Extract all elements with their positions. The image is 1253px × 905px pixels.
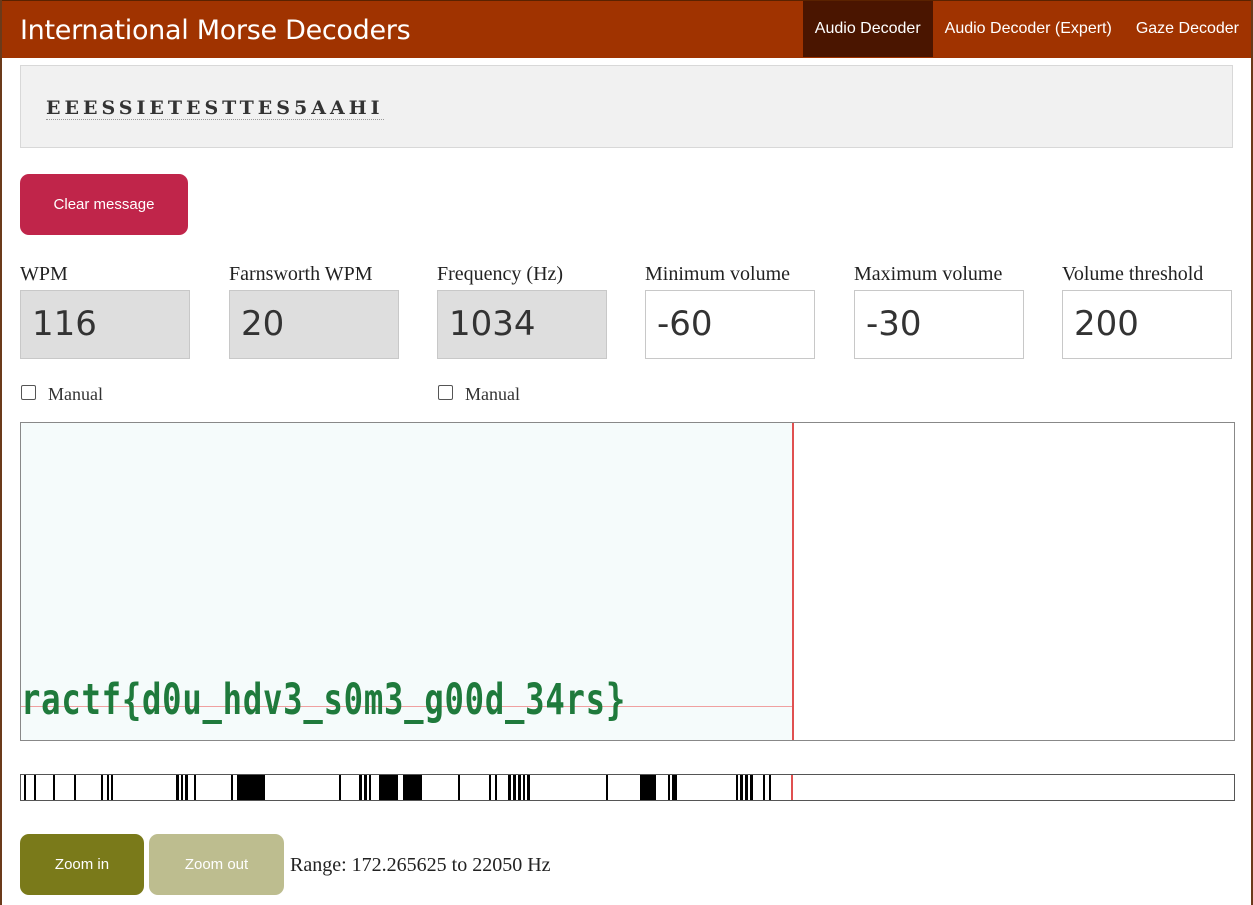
- clear-message-button[interactable]: Clear message: [20, 174, 188, 235]
- app-title[interactable]: International Morse Decoders: [20, 15, 411, 46]
- top-navbar: International Morse Decoders Audio Decod…: [2, 0, 1251, 58]
- spectrogram-canvas[interactable]: ractf{d0u_hdv3_s0m3_g00d_34rs}: [20, 422, 1235, 741]
- nav-gaze-decoder[interactable]: Gaze Decoder: [1124, 1, 1251, 57]
- decoded-message-text: EEESSIETESTTES5AAHI: [46, 97, 384, 120]
- frequency-range-text: Range: 172.265625 to 22050 Hz: [290, 854, 551, 876]
- frequency-manual-toggle[interactable]: Manual: [438, 384, 520, 405]
- volume-threshold-label: Volume threshold: [1062, 263, 1204, 285]
- frequency-label: Frequency (Hz): [437, 263, 564, 285]
- volume-threshold-field[interactable]: 200: [1062, 290, 1232, 359]
- wpm-label: WPM: [20, 263, 68, 285]
- nav-audio-decoder-expert[interactable]: Audio Decoder (Expert): [933, 1, 1124, 57]
- maximum-volume-field[interactable]: -30: [854, 290, 1024, 359]
- minimum-volume-label: Minimum volume: [645, 263, 790, 285]
- decoded-message-panel: EEESSIETESTTES5AAHI: [20, 65, 1233, 148]
- morse-timeline[interactable]: [20, 774, 1235, 801]
- maximum-volume-label: Maximum volume: [854, 263, 1003, 285]
- spectrogram-hidden-text: ractf{d0u_hdv3_s0m3_g00d_34rs}: [21, 675, 626, 725]
- zoom-out-button[interactable]: Zoom out: [149, 834, 284, 895]
- nav-menu: Audio Decoder Audio Decoder (Expert) Gaz…: [802, 1, 1251, 58]
- wpm-field[interactable]: 116: [20, 290, 190, 359]
- farnsworth-wpm-label: Farnsworth WPM: [229, 263, 373, 285]
- wpm-manual-label: Manual: [48, 384, 103, 404]
- zoom-in-button[interactable]: Zoom in: [20, 834, 144, 895]
- wpm-manual-checkbox[interactable]: [21, 385, 36, 400]
- morse-timeline-bars: [24, 775, 793, 800]
- frequency-field[interactable]: 1034: [437, 290, 607, 359]
- spectrogram-playhead: [792, 423, 794, 740]
- nav-audio-decoder[interactable]: Audio Decoder: [802, 1, 933, 57]
- farnsworth-wpm-field[interactable]: 20: [229, 290, 399, 359]
- wpm-manual-toggle[interactable]: Manual: [21, 384, 103, 405]
- frequency-manual-checkbox[interactable]: [438, 385, 453, 400]
- minimum-volume-field[interactable]: -60: [645, 290, 815, 359]
- frequency-manual-label: Manual: [465, 384, 520, 404]
